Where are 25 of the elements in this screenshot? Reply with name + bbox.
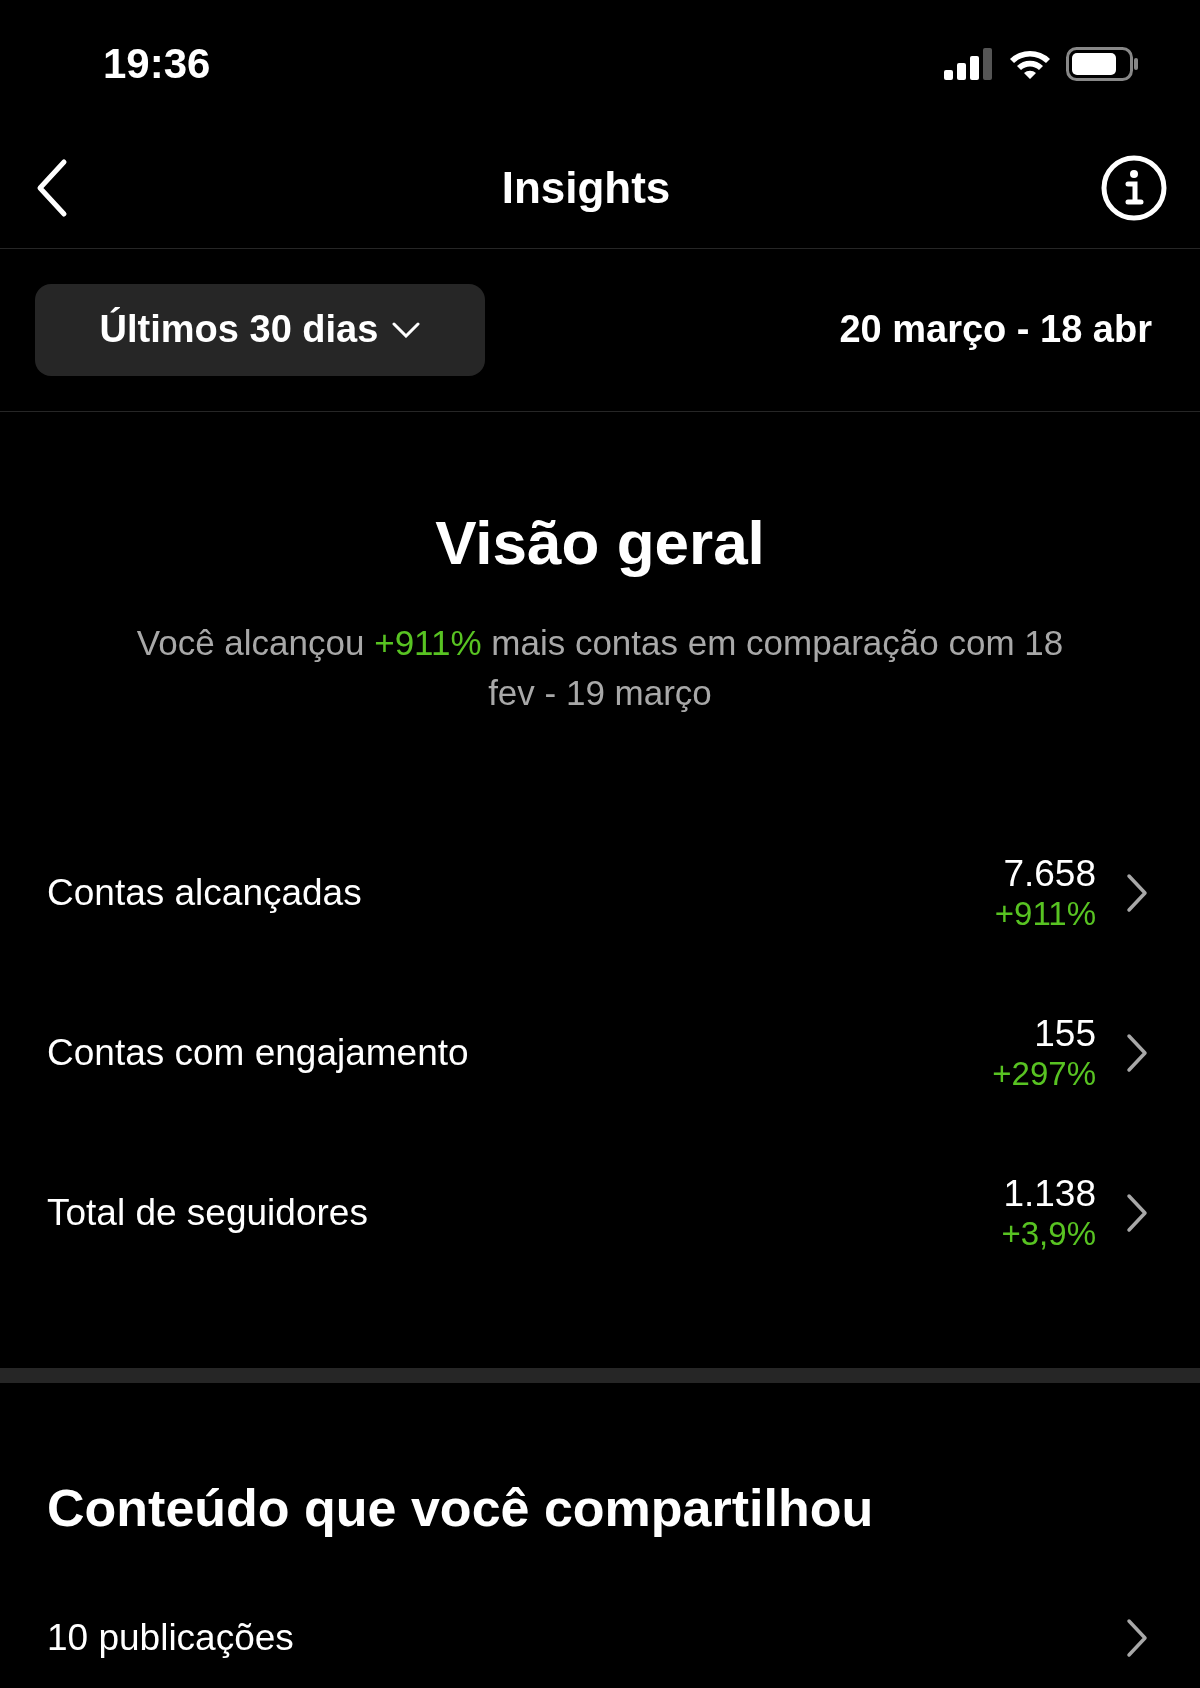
metric-label: Total de seguidores	[47, 1191, 368, 1234]
date-range: 20 março - 18 abr	[839, 308, 1152, 352]
summary-text: Você alcançou +911% mais contas em comparação com 18 fev - 19 março	[135, 621, 1065, 714]
section-title: Visão geral	[434, 506, 766, 578]
metric-label: Contas alcançadas	[47, 871, 362, 914]
status-time: 19:36	[103, 39, 211, 88]
period-dropdown[interactable]: Últimos 30 dias	[35, 283, 485, 376]
section-title: Conteúdo que você compartilhou	[47, 1478, 875, 1538]
list-item-label: 10 publicações	[47, 1617, 294, 1659]
metric-label: Contas com engajamento	[47, 1031, 469, 1074]
signal-icon	[944, 47, 994, 80]
metric-value: 155	[1034, 1012, 1096, 1055]
chevron-right-icon	[1126, 872, 1148, 913]
metric-change: +3,9%	[1001, 1214, 1096, 1253]
chevron-right-icon	[1126, 1618, 1148, 1658]
metric-value: 1.138	[1003, 1172, 1096, 1215]
info-button[interactable]	[1100, 153, 1168, 222]
chevron-down-icon	[392, 321, 421, 338]
metric-value: 7.658	[1003, 852, 1096, 895]
chevron-right-icon	[1126, 1192, 1148, 1233]
battery-icon	[1066, 46, 1140, 81]
metric-change: +911%	[994, 894, 1096, 933]
page-title: Insights	[501, 162, 671, 213]
chevron-right-icon	[1126, 1032, 1148, 1073]
metric-change: +297%	[992, 1054, 1096, 1093]
